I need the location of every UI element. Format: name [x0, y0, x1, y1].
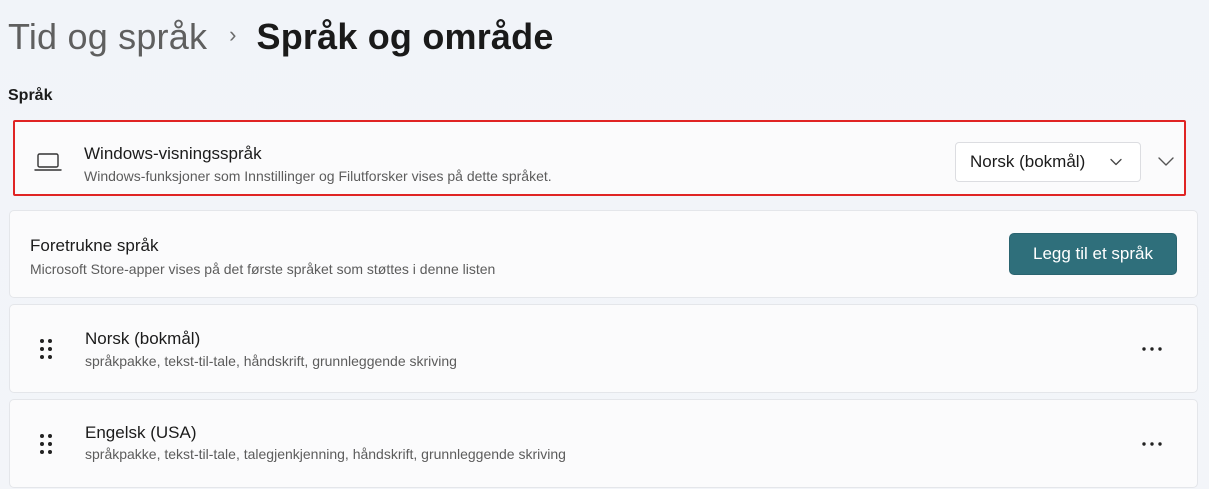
display-language-select[interactable]: Norsk (bokmål) [955, 142, 1141, 182]
preferred-languages-title: Foretrukne språk [30, 236, 159, 255]
drag-handle-icon[interactable] [38, 337, 54, 361]
preferred-languages-card: Foretrukne språk Microsoft Store-apper v… [9, 210, 1198, 298]
breadcrumb: Tid og språk › Språk og område [8, 14, 554, 60]
page-title: Språk og område [256, 16, 554, 57]
language-list-item[interactable]: Norsk (bokmål) språkpakke, tekst-til-tal… [9, 304, 1198, 393]
more-options-icon[interactable] [1138, 434, 1166, 454]
breadcrumb-parent-link[interactable]: Tid og språk [8, 16, 207, 58]
expand-chevron-icon[interactable] [1157, 154, 1175, 168]
more-options-icon[interactable] [1138, 339, 1166, 359]
breadcrumb-separator-icon: › [229, 22, 237, 47]
section-title: Språk [8, 87, 53, 104]
laptop-icon [34, 151, 62, 173]
add-language-button[interactable]: Legg til et språk [1009, 233, 1177, 275]
language-name: Norsk (bokmål) [85, 329, 201, 348]
display-language-title: Windows-visningsspråk [84, 144, 262, 163]
settings-page: Tid og språk › Språk og område Språk Win… [0, 0, 1209, 489]
language-features: språkpakke, tekst-til-tale, håndskrift, … [85, 353, 457, 369]
language-name: Engelsk (USA) [85, 423, 197, 442]
display-language-select-value: Norsk (bokmål) [970, 152, 1086, 171]
chevron-down-icon [1110, 158, 1122, 166]
preferred-languages-subtitle: Microsoft Store-apper vises på det først… [30, 261, 496, 277]
language-features: språkpakke, tekst-til-tale, talegjenkjen… [85, 446, 566, 462]
display-language-card[interactable]: Windows-visningsspråk Windows-funksjoner… [13, 120, 1186, 196]
display-language-subtitle: Windows-funksjoner som Innstillinger og … [84, 168, 552, 184]
language-list-item[interactable]: Engelsk (USA) språkpakke, tekst-til-tale… [9, 399, 1198, 488]
drag-handle-icon[interactable] [38, 432, 54, 456]
